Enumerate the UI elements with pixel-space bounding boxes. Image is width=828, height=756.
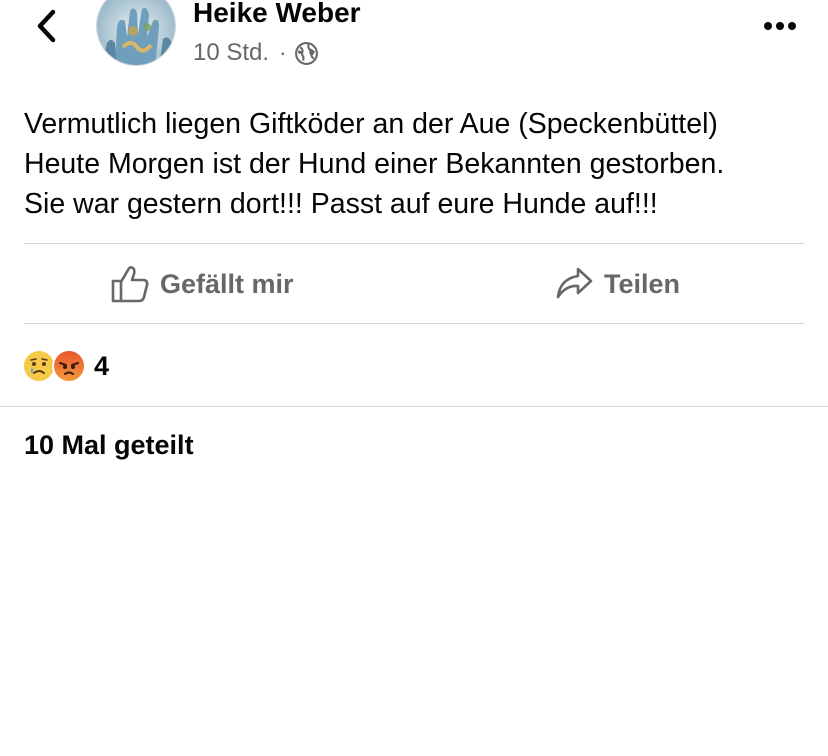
share-arrow-icon	[556, 267, 593, 299]
reaction-count: 4	[94, 350, 110, 381]
more-options-button[interactable]	[758, 8, 802, 44]
meta-separator: ·	[279, 40, 287, 65]
thumbs-up-icon	[111, 266, 149, 303]
share-label: Teilen	[604, 268, 681, 299]
author-avatar[interactable]	[96, 0, 176, 66]
divider-middle	[24, 323, 804, 324]
post-text-line: Heute Morgen ist der Hund einer Bekannte…	[24, 148, 725, 180]
sad-reaction-icon	[22, 349, 56, 383]
post-text-line: Vermutlich liegen Giftköder an der Aue (…	[24, 108, 718, 140]
like-label: Gefällt mir	[160, 268, 294, 299]
post-meta: 10 Std. ·	[193, 38, 319, 68]
post-timestamp[interactable]: 10 Std.	[193, 39, 269, 67]
action-bar: Gefällt mir Teilen	[24, 245, 804, 323]
post-text: Vermutlich liegen Giftköder an der Aue (…	[24, 104, 814, 224]
post-header: Heike Weber 10 Std. ·	[0, 0, 828, 80]
chevron-left-icon	[37, 9, 56, 43]
reactions-summary[interactable]: 4	[22, 346, 109, 386]
post-text-line: Sie war gestern dort!!! Passt auf eure H…	[24, 188, 658, 220]
divider-top	[24, 243, 804, 244]
share-button[interactable]: Teilen	[554, 245, 680, 323]
angry-reaction-icon	[52, 349, 86, 383]
author-name[interactable]: Heike Weber	[193, 0, 361, 29]
more-dots-icon	[764, 22, 796, 30]
divider-bottom	[0, 406, 828, 407]
like-button[interactable]: Gefällt mir	[110, 245, 294, 323]
share-count[interactable]: 10 Mal geteilt	[24, 430, 194, 461]
globe-icon	[295, 41, 319, 65]
back-button[interactable]	[26, 6, 66, 46]
